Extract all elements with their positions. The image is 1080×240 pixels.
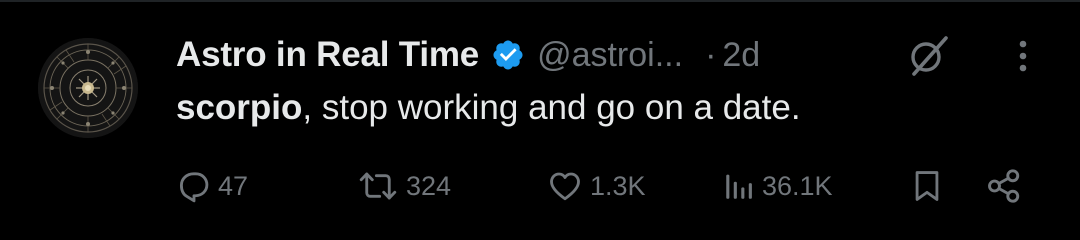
repost-arrows-icon xyxy=(356,168,400,204)
tweet-header: Astro in Real Time @astroi... · 2d xyxy=(176,32,760,78)
tweet-text-hashtag[interactable]: scorpio xyxy=(176,88,302,127)
post-timestamp[interactable]: 2d xyxy=(722,36,760,75)
repost-button[interactable]: 324 xyxy=(356,162,451,210)
tweet-card[interactable]: Astro in Real Time @astroi... · 2d scorp… xyxy=(0,0,1080,240)
views-count: 36.1K xyxy=(762,170,833,201)
reply-bubble-icon xyxy=(176,168,212,204)
share-icon xyxy=(984,167,1024,205)
heart-icon xyxy=(546,168,584,204)
author-handle[interactable]: @astroi... xyxy=(537,36,683,75)
tweet-text-body: , stop working and go on a date. xyxy=(302,88,801,127)
action-bar: 47 324 1.3K 36.1K xyxy=(0,162,1080,210)
reply-count: 47 xyxy=(218,170,249,201)
views-button[interactable]: 36.1K xyxy=(722,162,833,210)
tweet-text: scorpio, stop working and go on a date. xyxy=(176,88,801,128)
verified-badge-icon[interactable] xyxy=(491,38,525,72)
like-count: 1.3K xyxy=(590,170,646,201)
separator-dot: · xyxy=(705,35,717,74)
analytics-bars-icon xyxy=(722,168,756,204)
like-button[interactable]: 1.3K xyxy=(546,162,646,210)
zodiac-wheel-avatar-icon xyxy=(38,38,138,138)
vertical-dots-icon[interactable] xyxy=(1006,34,1040,78)
share-button[interactable] xyxy=(984,162,1024,210)
bookmark-button[interactable] xyxy=(910,162,944,210)
author-display-name[interactable]: Astro in Real Time xyxy=(176,35,479,75)
repost-count: 324 xyxy=(406,170,452,201)
bookmark-icon xyxy=(910,167,944,205)
grok-slash-icon[interactable] xyxy=(906,34,950,78)
author-avatar[interactable] xyxy=(38,38,138,138)
reply-button[interactable]: 47 xyxy=(176,162,248,210)
